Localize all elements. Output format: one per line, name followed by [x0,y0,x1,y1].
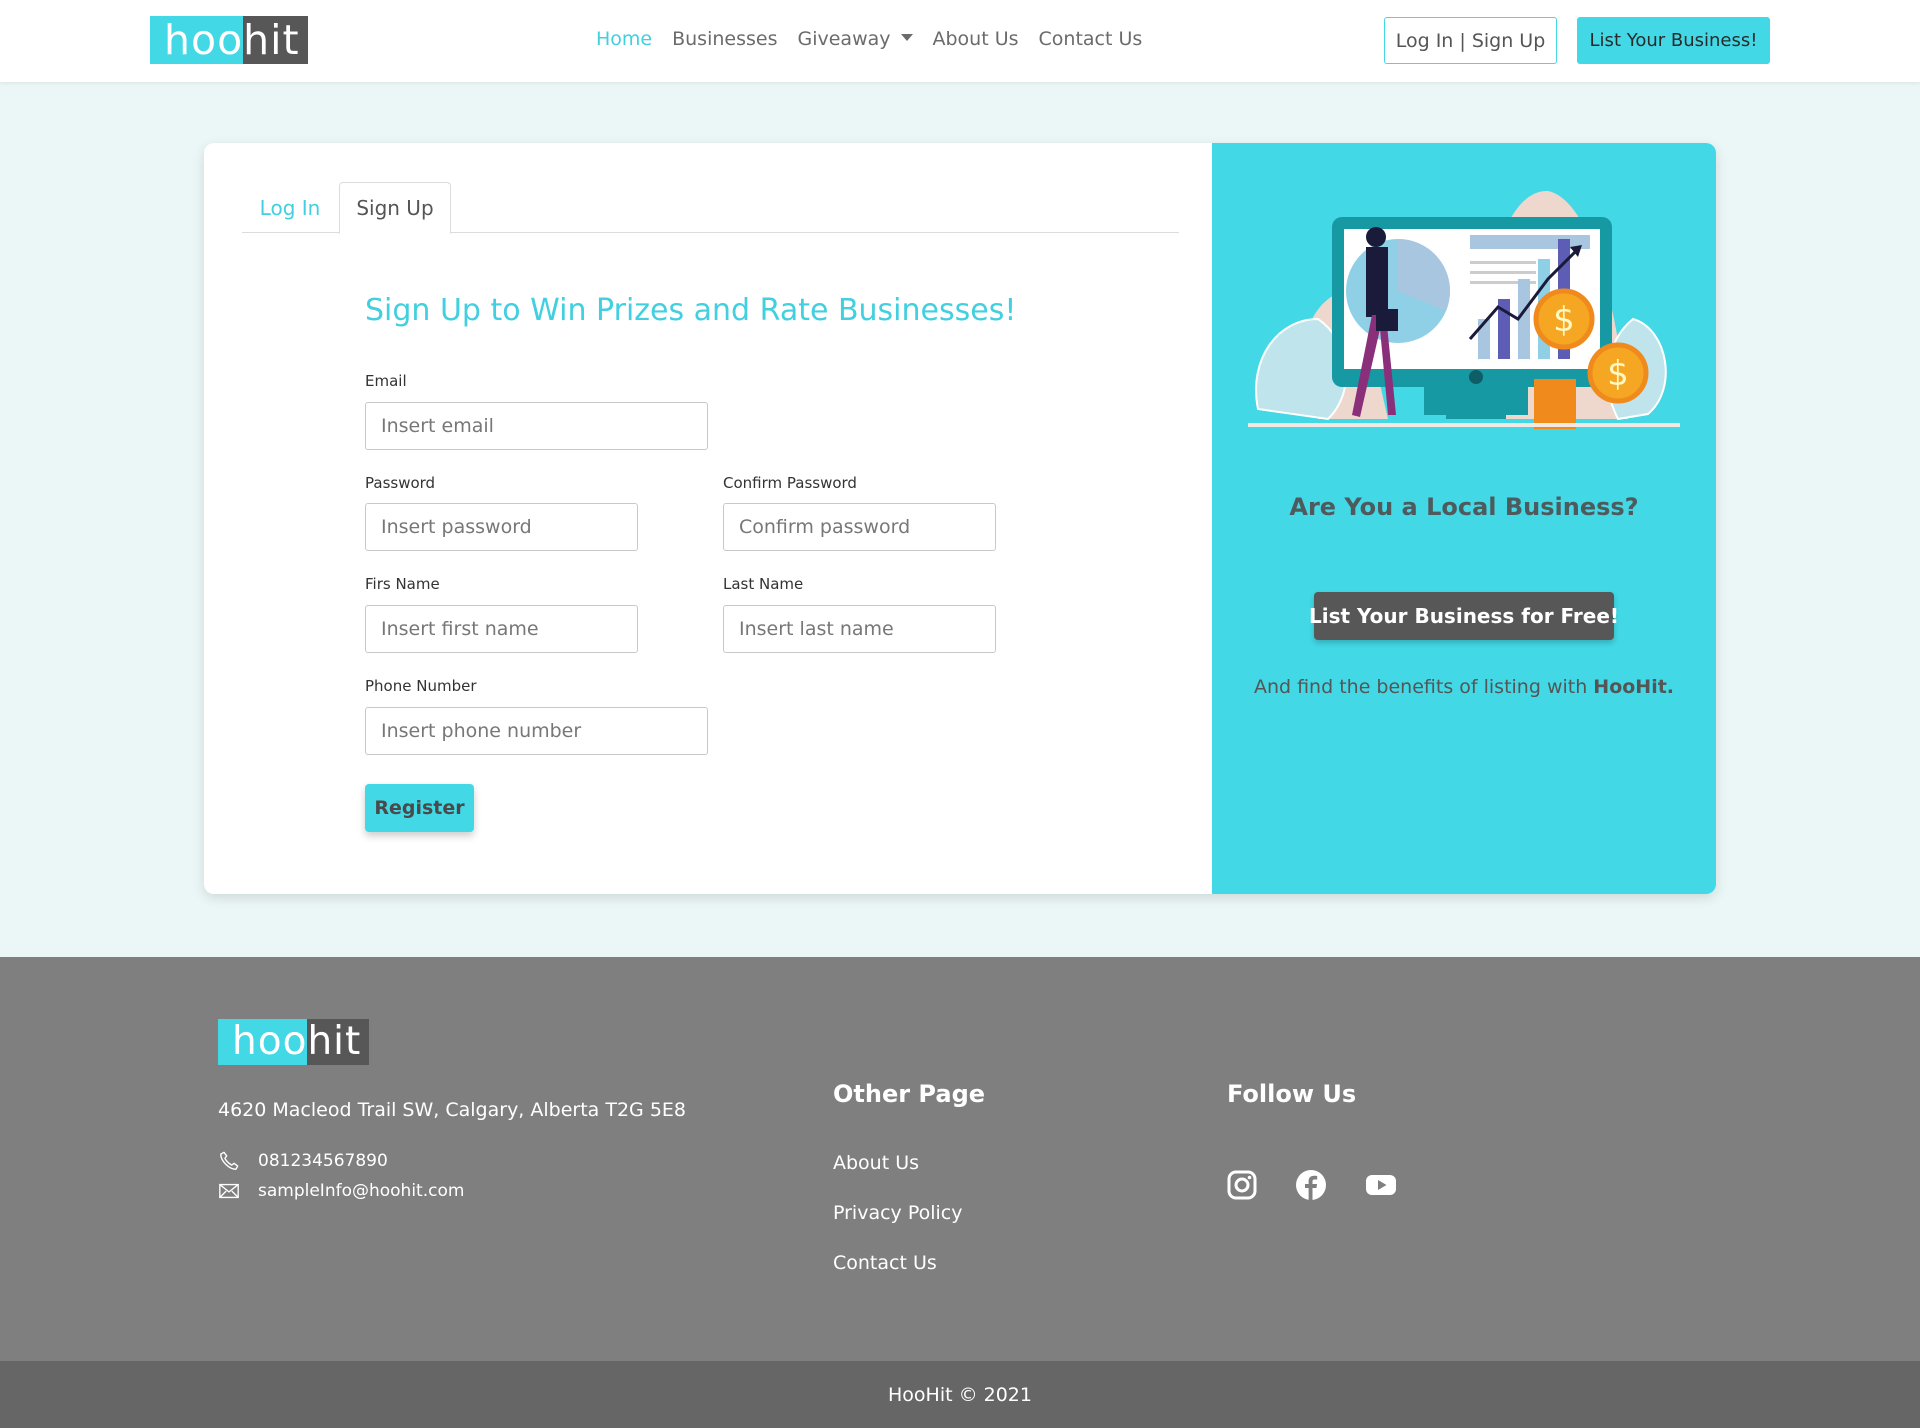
confirm-password-label: Confirm Password [723,474,857,492]
signup-card: Log In Sign Up Sign Up to Win Prizes and… [204,143,1716,894]
business-growth-illustration: $ $ [1248,190,1680,429]
logo-part-1: hoo [218,1019,308,1065]
phone-input[interactable]: Insert phone number [365,707,708,755]
nav-businesses[interactable]: Businesses [672,28,777,50]
list-business-free-button[interactable]: List Your Business for Free! [1309,592,1619,640]
phone-label: Phone Number [365,677,477,695]
facebook-icon[interactable] [1295,1169,1327,1201]
register-button[interactable]: Register [365,784,474,832]
list-business-button[interactable]: List Your Business! [1577,17,1770,64]
footer-email-text[interactable]: sampleInfo@hoohit.com [258,1181,464,1201]
logo-part-2: hit [307,1019,370,1065]
nav-links: Home Businesses Giveaway About Us Contac… [596,28,1142,50]
last-name-label: Last Name [723,575,804,593]
password-label: Password [365,474,436,492]
copyright-bar: HooHit © 2021 [0,1361,1920,1428]
nav-giveaway-label: Giveaway [797,28,891,50]
business-promo-panel: $ $ Are You a Local Business? List Your … [1212,143,1716,894]
svg-text:$: $ [1607,354,1629,394]
brand-logo[interactable]: hoo hit [150,16,308,64]
tab-login[interactable]: Log In [242,182,338,234]
nav-giveaway[interactable]: Giveaway [797,28,913,50]
instagram-icon[interactable] [1226,1169,1258,1201]
logo-part-1: hoo [150,16,244,64]
promo-text-brand: HooHit. [1593,676,1675,698]
email-input[interactable]: Insert email [365,402,708,450]
form-title: Sign Up to Win Prizes and Rate Businesse… [365,293,1017,328]
nav-contact[interactable]: Contact Us [1039,28,1143,50]
follow-us-title: Follow Us [1227,1080,1357,1108]
footer-logo[interactable]: hoo hit [218,1019,370,1065]
chevron-down-icon [900,34,913,41]
last-name-input[interactable]: Insert last name [723,605,996,653]
other-page-title: Other Page [833,1080,986,1108]
promo-text-prefix: And find the benefits of listing with [1253,676,1594,698]
auth-tabs: Log In Sign Up [242,182,1179,234]
email-label: Email [365,372,407,390]
footer-email: sampleInfo@hoohit.com [218,1180,464,1202]
navbar: hoo hit Home Businesses Giveaway About Us… [0,0,1920,82]
logo-part-2: hit [243,16,308,64]
confirm-password-input[interactable]: Confirm password [723,503,996,551]
footer-link-privacy[interactable]: Privacy Policy [833,1202,962,1224]
footer-phone: 081234567890 [218,1150,388,1172]
footer-phone-text: 081234567890 [258,1151,388,1171]
footer: hoo hit 4620 Macleod Trail SW, Calgary, A… [0,957,1920,1361]
svg-text:$: $ [1553,300,1575,340]
nav-home[interactable]: Home [596,28,652,50]
first-name-input[interactable]: Insert first name [365,605,638,653]
youtube-icon[interactable] [1365,1169,1397,1201]
phone-icon [220,1151,239,1170]
first-name-label: Firs Name [365,575,440,593]
login-signup-button[interactable]: Log In | Sign Up [1384,17,1557,64]
footer-link-about[interactable]: About Us [833,1152,919,1174]
footer-address: 4620 Macleod Trail SW, Calgary, Alberta … [218,1099,686,1121]
footer-link-contact[interactable]: Contact Us [833,1252,937,1274]
promo-text: And find the benefits of listing with Ho… [1212,676,1716,698]
copyright-text: HooHit © 2021 [888,1383,1032,1406]
password-input[interactable]: Insert password [365,503,638,551]
promo-title: Are You a Local Business? [1289,493,1639,521]
envelope-icon [219,1183,239,1199]
nav-about[interactable]: About Us [933,28,1019,50]
tab-signup[interactable]: Sign Up [339,182,451,234]
